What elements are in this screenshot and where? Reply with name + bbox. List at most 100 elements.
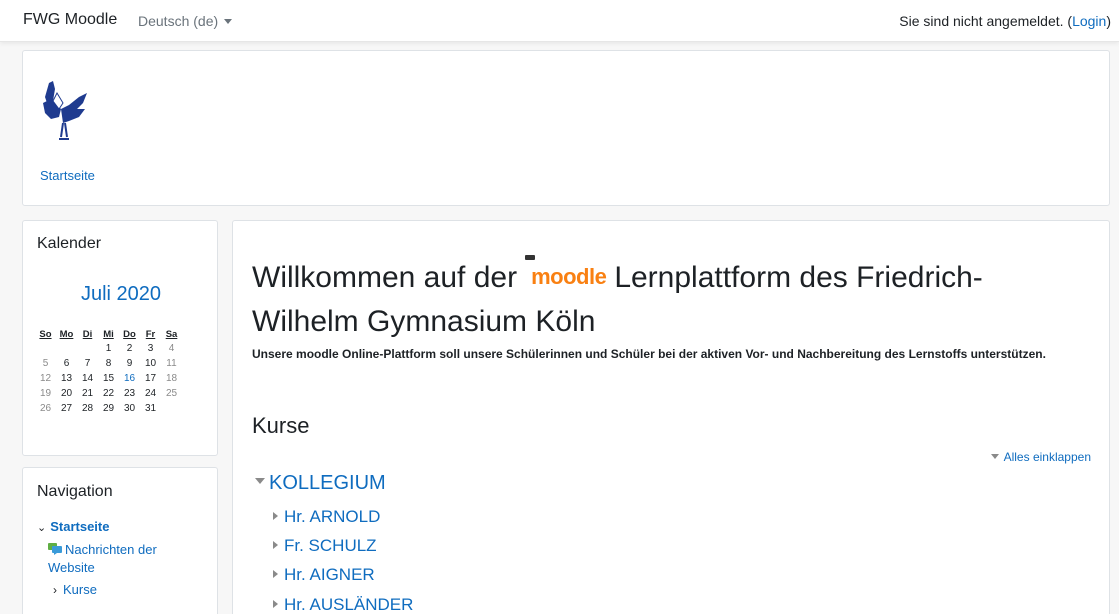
calendar-day[interactable]: 14 [77,371,98,386]
calendar-day[interactable]: 17 [140,371,161,386]
calendar-day[interactable]: 2 [119,341,140,356]
calendar-week: 1234 [35,341,182,356]
calendar-day[interactable]: 20 [56,386,77,401]
calendar-day[interactable]: 6 [56,356,77,371]
calendar-day[interactable]: 9 [119,356,140,371]
school-logo-icon [43,81,87,140]
navigation-title: Navigation [37,483,113,500]
category-item[interactable]: Hr. AIGNER [273,565,375,585]
calendar-week: 19 20 21 22 23 24 25 [35,386,182,401]
calendar-day[interactable]: 27 [56,401,77,416]
calendar-day[interactable]: 16 [119,371,140,386]
calendar-day[interactable]: 15 [98,371,119,386]
weekday-header: So [39,328,52,340]
calendar-day[interactable]: 4 [161,341,182,356]
login-status-close: ) [1106,13,1111,29]
calendar-day[interactable]: 24 [140,386,161,401]
weekday-header: Sa [165,328,178,340]
calendar-day[interactable]: 30 [119,401,140,416]
calendar-month[interactable]: Juli 2020 [23,283,219,306]
calendar-day[interactable]: 11 [161,356,182,371]
chevron-right-icon: › [53,583,57,597]
title-part-1: Willkommen auf der [252,261,518,294]
calendar-week: 12 13 14 15 16 17 18 [35,371,182,386]
triangle-down-icon [990,454,999,459]
category-label[interactable]: Fr. SCHULZ [284,536,377,555]
category-label[interactable]: Hr. AIGNER [284,565,375,584]
calendar-day[interactable]: 7 [77,356,98,371]
page-title: Willkommen auf der moodle Lernplattform de… [252,255,1082,344]
calendar-day[interactable]: 29 [98,401,119,416]
login-status: Sie sind nicht angemeldet. (Login) [899,13,1111,29]
weekday-header: Mi [103,328,114,340]
calendar-day [77,341,98,356]
weekday-header: Fr [145,328,156,340]
calendar-week: 26 27 28 29 30 31 [35,401,182,416]
nav-courses-label[interactable]: Kurse [63,582,97,597]
language-label: Deutsch (de) [138,13,219,29]
calendar-day[interactable]: 23 [119,386,140,401]
triangle-right-icon [273,600,278,608]
category-label[interactable]: Hr. ARNOLD [284,507,380,526]
nav-news-line2[interactable]: Website [48,560,95,575]
category-label[interactable]: Hr. AUSLÄNDER [284,595,413,614]
caret-down-icon [224,19,233,24]
nav-item-news[interactable]: Nachrichten der Website [48,541,208,577]
calendar-day [56,341,77,356]
calendar-day[interactable]: 18 [161,371,182,386]
calendar-day[interactable]: 19 [35,386,56,401]
forum-icon [48,543,62,555]
category-item[interactable]: Fr. SCHULZ [273,536,377,556]
weekday-header: Do [123,328,136,340]
calendar-day[interactable]: 1 [98,341,119,356]
calendar-day[interactable]: 28 [77,401,98,416]
mortarboard-icon [525,255,536,260]
category-item[interactable]: Hr. AUSLÄNDER [273,595,413,614]
calendar-day[interactable]: 10 [140,356,161,371]
collapse-all-label: Alles einklappen [1003,450,1091,464]
login-link[interactable]: Login [1072,13,1106,29]
main-content: Willkommen auf der moodle Lernplattform de… [232,220,1110,614]
category-root-label[interactable]: KOLLEGIUM [269,472,386,494]
nav-item-courses[interactable]: › Kurse [53,582,97,597]
calendar-day[interactable]: 25 [161,386,182,401]
category-item[interactable]: Hr. ARNOLD [273,507,380,527]
moodle-logo: moodle [525,255,607,299]
calendar-day[interactable]: 21 [77,386,98,401]
breadcrumb-home[interactable]: Startseite [40,168,95,183]
weekday-header: Mo [59,328,74,340]
calendar-day[interactable]: 12 [35,371,56,386]
login-status-text: Sie sind nicht angemeldet. ( [899,13,1073,29]
site-brand[interactable]: FWG Moodle [23,11,117,29]
category-root[interactable]: KOLLEGIUM [255,472,386,495]
triangle-right-icon [273,512,278,520]
courses-heading: Kurse [252,413,310,438]
calendar-day[interactable]: 3 [140,341,161,356]
collapse-all-link[interactable]: Alles einklappen [990,450,1091,464]
calendar-day[interactable]: 8 [98,356,119,371]
calendar-day[interactable]: 13 [56,371,77,386]
calendar-title: Kalender [37,235,102,252]
calendar-block: Kalender Juli 2020 So Mo Di Mi Do Fr Sa 123456… [22,220,218,456]
calendar-day[interactable]: 22 [98,386,119,401]
calendar-table: So Mo Di Mi Do Fr Sa 1 2 3 4 5 6 7 8 9 10 11 12 13 14 15 16 17… [35,327,182,416]
triangle-right-icon [273,570,278,578]
calendar-day[interactable]: 26 [35,401,56,416]
navigation-block: Navigation ⌄ Startseite Nachrichten der We… [22,467,218,614]
intro-text: Unsere moodle Online-Plattform soll unse… [252,347,1046,361]
calendar-day [35,341,56,356]
weekday-header: Di [82,328,93,340]
calendar-day[interactable]: 31 [140,401,161,416]
page-header: Startseite [22,50,1110,206]
language-menu[interactable]: Deutsch (de) [138,13,233,29]
nav-item-home[interactable]: ⌄ Startseite [37,519,109,534]
chevron-down-icon: ⌄ [37,522,47,534]
moodle-logo-text: moodle [531,264,607,289]
nav-news-line1[interactable]: Nachrichten der [65,542,157,557]
calendar-day[interactable]: 5 [35,356,56,371]
triangle-down-icon [255,478,265,484]
nav-home-label[interactable]: Startseite [50,519,109,534]
calendar-week: 5 6 7 8 9 10 11 [35,356,182,371]
calendar-day [161,401,182,416]
triangle-right-icon [273,541,278,549]
